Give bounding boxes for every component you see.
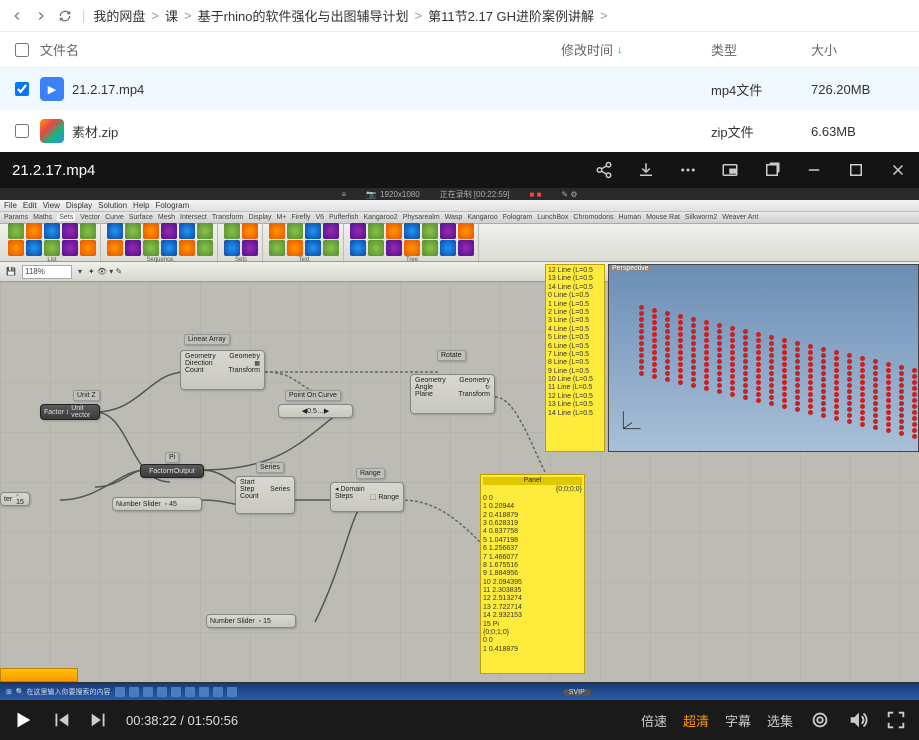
table-row[interactable]: 素材.zip zip文件 6.63MB	[0, 110, 919, 152]
gh-component-label: Unit Z	[73, 390, 100, 401]
next-button[interactable]	[88, 709, 110, 731]
table-row[interactable]: ▶ 21.2.17.mp4 mp4文件 726.20MB	[0, 68, 919, 110]
column-header-mtime[interactable]: 修改时间↓	[561, 40, 711, 59]
recording-bar: ≡ 📷 1920x1080 正在录制 [00:22:59] ■ ■ ✎ ⚙	[0, 188, 919, 200]
zoom-level[interactable]: 118%	[22, 265, 72, 279]
gh-ribbon: List Sequence Sets Text Tree	[0, 224, 919, 262]
nav-forward-icon[interactable]	[32, 7, 50, 25]
column-header-name[interactable]: 文件名	[36, 40, 561, 59]
windows-taskbar: ⊞🔍 在这里输入你要搜索的内容 SVIP	[0, 684, 919, 700]
player-title: 21.2.17.mp4	[12, 162, 595, 179]
nav-bar: | 我的网盘 > 课 > 基于rhino的软件强化与出图辅导计划 > 第11节2…	[0, 0, 919, 32]
gh-component-label: Pi	[165, 452, 179, 463]
column-header-size[interactable]: 大小	[811, 40, 911, 59]
subtitle-button[interactable]: 字幕	[725, 711, 751, 730]
gh-component[interactable]: GeometryGeometry Direction▦ CountTransfo…	[180, 350, 265, 390]
rhino-viewport[interactable]: Perspective	[608, 264, 919, 452]
share-icon[interactable]	[595, 161, 613, 179]
speed-button[interactable]: 倍速	[641, 711, 667, 730]
episodes-button[interactable]: 选集	[767, 711, 793, 730]
gh-component-label: Series	[256, 462, 284, 473]
gh-component-label: Point On Curve	[285, 390, 341, 401]
gh-component[interactable]: Number Slider ◦ 15	[206, 614, 296, 628]
table-header: 文件名 修改时间↓ 类型 大小	[0, 32, 919, 68]
nav-refresh-icon[interactable]	[56, 7, 74, 25]
row-checkbox[interactable]	[8, 124, 36, 138]
gh-canvas[interactable]: Linear Array GeometryGeometry Direction▦…	[0, 282, 919, 682]
quality-button[interactable]: 超清	[683, 711, 709, 730]
close-icon[interactable]	[889, 161, 907, 179]
gh-component[interactable]: Start StepSeries Count	[235, 476, 295, 514]
video-file-icon: ▶	[40, 77, 64, 101]
viewport-label: Perspective	[609, 265, 652, 272]
play-button[interactable]	[12, 709, 34, 731]
file-size: 726.20MB	[811, 82, 911, 97]
file-size: 6.63MB	[811, 124, 911, 139]
chevron-right-icon: >	[184, 8, 192, 23]
more-icon[interactable]	[679, 161, 697, 179]
chevron-right-icon: >	[415, 8, 423, 23]
chevron-right-icon: >	[600, 8, 608, 23]
chevron-right-icon: >	[151, 8, 159, 23]
gh-menubar: FileEditViewDisplaySolutionHelpFologram	[0, 200, 919, 212]
download-icon[interactable]	[637, 161, 655, 179]
sort-desc-icon: ↓	[617, 44, 623, 56]
breadcrumb-root[interactable]: 我的网盘	[93, 6, 145, 25]
gh-canvas-tab[interactable]	[0, 668, 78, 682]
gh-panel[interactable]: 12 Line (L=0.513 Line (L=0.514 Line (L=0…	[545, 264, 605, 452]
file-name: 素材.zip	[72, 122, 118, 141]
fullscreen-icon[interactable]	[885, 709, 907, 731]
zip-file-icon	[40, 119, 64, 143]
file-type: mp4文件	[711, 80, 811, 99]
breadcrumb-item[interactable]: 基于rhino的软件强化与出图辅导计划	[198, 6, 409, 25]
gh-component-label: Range	[356, 468, 385, 479]
gh-component-label: Rotate	[437, 350, 466, 361]
gh-component[interactable]: ◂ Domain Steps⬚ Range	[330, 482, 404, 512]
breadcrumb-item[interactable]: 第11节2.17 GH进阶案例讲解	[428, 6, 594, 25]
player-controls: 00:38:22 / 01:50:56 倍速 超清 字幕 选集	[0, 700, 919, 740]
popout-icon[interactable]	[763, 161, 781, 179]
gh-component[interactable]: Factor ↕ Unit vector	[40, 404, 100, 420]
volume-icon[interactable]	[847, 709, 869, 731]
video-player: 21.2.17.mp4 ≡ 📷 1920x1080 正在录制 [00:22:59…	[0, 152, 919, 740]
settings-icon[interactable]	[809, 709, 831, 731]
select-all-checkbox[interactable]	[8, 43, 36, 57]
video-content: ≡ 📷 1920x1080 正在录制 [00:22:59] ■ ■ ✎ ⚙ Fi…	[0, 188, 919, 700]
row-checkbox[interactable]	[8, 82, 36, 96]
gh-component[interactable]: ter ◦ 15	[0, 492, 30, 506]
prev-button[interactable]	[50, 709, 72, 731]
column-header-type[interactable]: 类型	[711, 40, 811, 59]
player-titlebar: 21.2.17.mp4	[0, 152, 919, 188]
file-type: zip文件	[711, 122, 811, 141]
breadcrumb: 我的网盘 > 课 > 基于rhino的软件强化与出图辅导计划 > 第11节2.1…	[93, 6, 607, 25]
gh-component-label: Linear Array	[184, 334, 230, 345]
breadcrumb-item[interactable]: 课	[165, 6, 178, 25]
file-name: 21.2.17.mp4	[72, 82, 144, 97]
nav-back-icon[interactable]	[8, 7, 26, 25]
gh-panel[interactable]: Panel {0;0;0;0}0 01 0.209442 0.4188793 0…	[480, 474, 585, 674]
pip-icon[interactable]	[721, 161, 739, 179]
time-display: 00:38:22 / 01:50:56	[126, 713, 238, 728]
gh-component[interactable]: Number Slider ◦ 45	[112, 497, 202, 511]
nav-separator: |	[82, 8, 85, 23]
gh-component[interactable]: ◀ 0.5… ▶	[278, 404, 353, 418]
maximize-icon[interactable]	[847, 161, 865, 179]
minimize-icon[interactable]	[805, 161, 823, 179]
gh-component[interactable]: GeometryGeometry Angle↻ PlaneTransform	[410, 374, 495, 414]
gh-component[interactable]: Factor π Output	[140, 464, 204, 478]
